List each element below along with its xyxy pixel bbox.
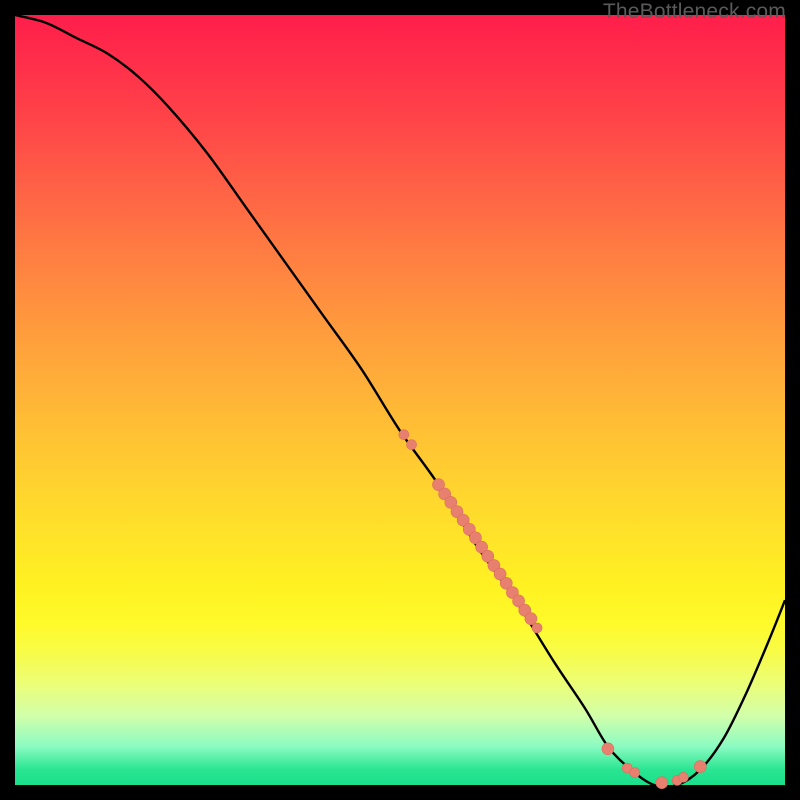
- scatter-points: [399, 430, 706, 789]
- bottleneck-curve: [15, 15, 785, 787]
- scatter-dot: [399, 430, 409, 440]
- scatter-dot: [532, 623, 542, 633]
- scatter-dot: [630, 768, 640, 778]
- scatter-dot: [656, 777, 668, 789]
- scatter-dot: [525, 613, 537, 625]
- scatter-dot: [407, 440, 417, 450]
- chart-svg: [0, 0, 800, 800]
- scatter-dot: [678, 772, 688, 782]
- watermark-text: TheBottleneck.com: [603, 0, 786, 24]
- scatter-dot: [602, 743, 614, 755]
- scatter-dot: [694, 761, 706, 773]
